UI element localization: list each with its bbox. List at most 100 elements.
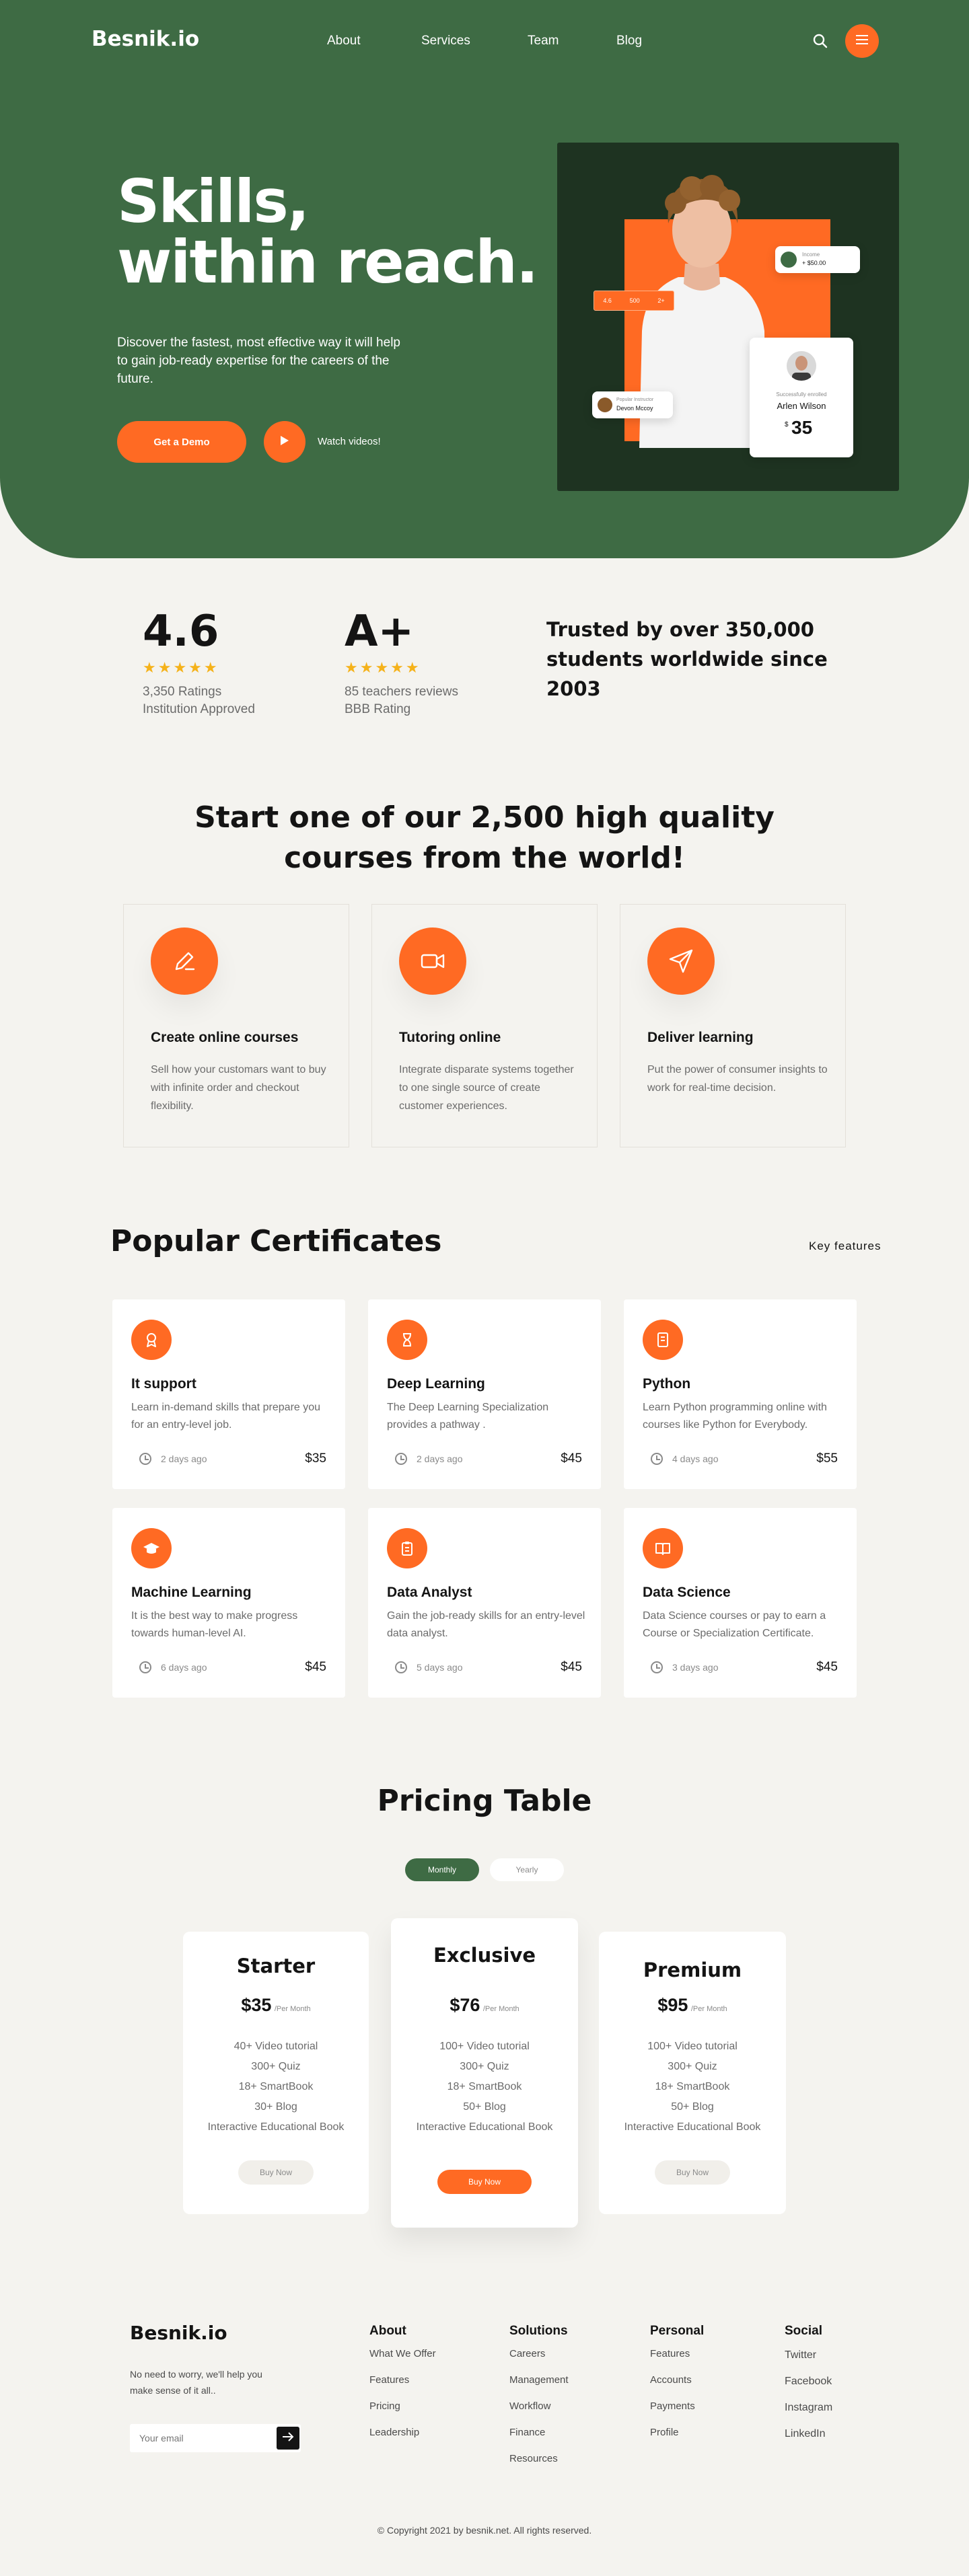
footer-link[interactable]: Profile bbox=[650, 2419, 695, 2446]
feature-card-deliver[interactable]: Deliver learning Put the power of consum… bbox=[620, 904, 846, 1147]
play-button[interactable] bbox=[264, 421, 306, 463]
watch-videos-label[interactable]: Watch videos! bbox=[318, 436, 381, 447]
certificate-price: $35 bbox=[305, 1451, 326, 1466]
footer-link[interactable]: Resources bbox=[509, 2446, 569, 2472]
plan-feature: Interactive Educational Book bbox=[207, 2121, 345, 2133]
footer-link[interactable]: Management bbox=[509, 2367, 569, 2393]
footer-link[interactable]: Pricing bbox=[369, 2393, 436, 2419]
enrolled-amount: 35 bbox=[791, 417, 813, 438]
instructor-label: Popular Instructor bbox=[616, 397, 654, 402]
clock-icon bbox=[139, 1453, 151, 1465]
plan-features: 100+ Video tutorial 300+ Quiz 18+ SmartB… bbox=[391, 2037, 578, 2137]
feature-card-tutoring[interactable]: Tutoring online Integrate disparate syst… bbox=[371, 904, 598, 1147]
certificate-card[interactable]: It support Learn in-demand skills that p… bbox=[112, 1299, 345, 1489]
certificate-date: 2 days ago bbox=[161, 1453, 207, 1464]
clipboard-icon bbox=[387, 1528, 427, 1568]
nav-services[interactable]: Services bbox=[421, 34, 470, 48]
certificate-card[interactable]: Machine Learning It is the best way to m… bbox=[112, 1508, 345, 1698]
footer-link[interactable]: Payments bbox=[650, 2393, 695, 2419]
plan-price: $35 bbox=[241, 1995, 272, 2015]
toggle-yearly[interactable]: Yearly bbox=[490, 1858, 564, 1881]
certificate-date: 6 days ago bbox=[161, 1662, 207, 1673]
certificate-price: $45 bbox=[561, 1660, 582, 1674]
clock-icon bbox=[395, 1661, 407, 1673]
income-icon bbox=[781, 252, 797, 268]
send-icon bbox=[647, 927, 715, 995]
feature-desc: Integrate disparate systems together to … bbox=[399, 1064, 574, 1112]
plan-feature: 18+ SmartBook bbox=[447, 2081, 522, 2092]
certificate-card[interactable]: Data Science Data Science courses or pay… bbox=[624, 1508, 857, 1698]
plan-starter: Starter $35 /Per Month 40+ Video tutoria… bbox=[183, 1932, 369, 2214]
instructor-badge: Popular Instructor Devon Mccoy bbox=[592, 391, 673, 418]
plan-feature: 18+ SmartBook bbox=[238, 2081, 314, 2092]
footer-link[interactable]: Accounts bbox=[650, 2367, 695, 2393]
certificate-title: It support bbox=[131, 1376, 196, 1392]
plan-name: Starter bbox=[236, 1955, 316, 1977]
rating-value: 4.6 bbox=[143, 607, 219, 656]
certificate-date: 4 days ago bbox=[672, 1453, 719, 1464]
menu-icon bbox=[856, 34, 868, 48]
certificates-title: Popular Certificates bbox=[110, 1224, 442, 1258]
trusted-text: Trusted by over 350,000 students worldwi… bbox=[546, 618, 828, 700]
get-demo-button[interactable]: Get a Demo bbox=[117, 421, 246, 463]
plan-feature: Interactive Educational Book bbox=[624, 2121, 761, 2133]
buy-now-button[interactable]: Buy Now bbox=[238, 2160, 314, 2185]
menu-button[interactable] bbox=[845, 24, 879, 58]
footer-link[interactable]: Features bbox=[369, 2367, 436, 2393]
email-input[interactable] bbox=[130, 2424, 274, 2452]
stats-chip: 4.6 500 2+ bbox=[594, 291, 674, 311]
footer-link[interactable]: LinkedIn bbox=[785, 2421, 832, 2447]
buy-now-button[interactable]: Buy Now bbox=[437, 2170, 532, 2194]
rating-stars: ★★★★★ bbox=[143, 659, 219, 676]
footer-links-personal: Features Accounts Payments Profile bbox=[650, 2341, 695, 2446]
nav-about[interactable]: About bbox=[327, 34, 361, 48]
footer-link[interactable]: What We Offer bbox=[369, 2341, 436, 2367]
nav-blog[interactable]: Blog bbox=[616, 34, 642, 48]
subscribe-button[interactable] bbox=[277, 2427, 299, 2450]
document-icon bbox=[643, 1320, 683, 1360]
certificate-desc: It is the best way to make progress towa… bbox=[131, 1610, 298, 1639]
hero-media-panel: Income + $50.00 4.6 500 2+ Popular Instr… bbox=[557, 143, 899, 491]
footer-link[interactable]: Instagram bbox=[785, 2394, 832, 2421]
footer-link[interactable]: Careers bbox=[509, 2341, 569, 2367]
certificate-card[interactable]: Deep Learning The Deep Learning Speciali… bbox=[368, 1299, 601, 1489]
footer-link[interactable]: Facebook bbox=[785, 2368, 832, 2394]
chip-users: 2+ bbox=[657, 297, 665, 304]
feature-title: Tutoring online bbox=[399, 1030, 501, 1045]
footer-link[interactable]: Workflow bbox=[509, 2393, 569, 2419]
certificate-desc: Gain the job-ready skills for an entry-l… bbox=[387, 1610, 585, 1639]
certificate-card[interactable]: Data Analyst Gain the job-ready skills f… bbox=[368, 1508, 601, 1698]
enrolled-card: Successfully enrolled Arlen Wilson $ 35 bbox=[750, 338, 853, 457]
income-badge: Income + $50.00 bbox=[775, 246, 860, 273]
certificate-title: Deep Learning bbox=[387, 1376, 485, 1392]
plan-features: 40+ Video tutorial 300+ Quiz 18+ SmartBo… bbox=[183, 2037, 369, 2137]
footer-logo[interactable]: Besnik.io bbox=[130, 2322, 227, 2344]
certificate-desc: Learn in-demand skills that prepare you … bbox=[131, 1402, 321, 1431]
plan-price: $76 bbox=[450, 1995, 480, 2015]
buy-now-button[interactable]: Buy Now bbox=[655, 2160, 730, 2185]
footer-link[interactable]: Leadership bbox=[369, 2419, 436, 2446]
nav-team[interactable]: Team bbox=[528, 34, 559, 48]
certificate-date: 3 days ago bbox=[672, 1662, 719, 1673]
certificate-date: 5 days ago bbox=[417, 1662, 463, 1673]
footer-link[interactable]: Twitter bbox=[785, 2342, 832, 2368]
search-icon[interactable] bbox=[812, 32, 829, 50]
footer-link[interactable]: Finance bbox=[509, 2419, 569, 2446]
footer-link[interactable]: Features bbox=[650, 2341, 695, 2367]
footer-links-about: What We Offer Features Pricing Leadershi… bbox=[369, 2341, 436, 2446]
plan-price-row: $35 /Per Month bbox=[183, 1995, 369, 2016]
play-icon bbox=[280, 435, 289, 449]
rating-count: 3,350 Ratings bbox=[143, 685, 222, 699]
footer-heading-about: About bbox=[369, 2324, 406, 2338]
toggle-monthly[interactable]: Monthly bbox=[405, 1858, 479, 1881]
clock-icon bbox=[651, 1661, 663, 1673]
site-logo[interactable]: Besnik.io bbox=[92, 27, 199, 51]
pricing-title: Pricing Table bbox=[377, 1784, 592, 1818]
feature-card-create[interactable]: Create online courses Sell how your cust… bbox=[123, 904, 349, 1147]
certificate-card[interactable]: Python Learn Python programming online w… bbox=[624, 1299, 857, 1489]
hero-title: Skills, within reach. bbox=[117, 167, 538, 297]
plan-feature: 300+ Quiz bbox=[460, 2061, 509, 2072]
key-features-link[interactable]: Key features bbox=[809, 1240, 881, 1253]
footer-heading-solutions: Solutions bbox=[509, 2324, 568, 2338]
plan-feature: 300+ Quiz bbox=[251, 2061, 301, 2072]
